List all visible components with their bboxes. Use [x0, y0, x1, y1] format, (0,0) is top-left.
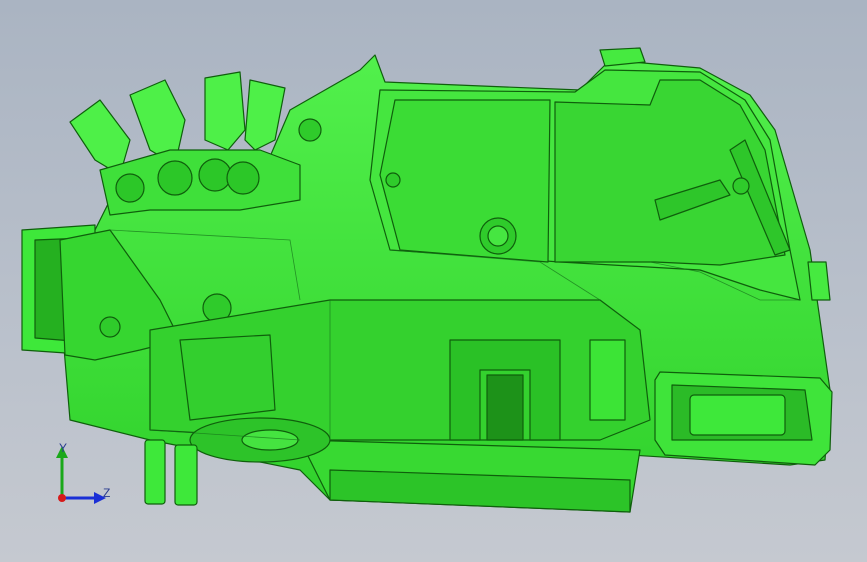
- lug-1[interactable]: [115, 173, 145, 203]
- 3d-viewport[interactable]: Y Z: [0, 0, 867, 562]
- axis-y-label: Y: [59, 441, 68, 455]
- lug-3[interactable]: [198, 158, 232, 192]
- lug-2[interactable]: [157, 160, 193, 196]
- actuator-block[interactable]: [179, 334, 276, 421]
- boss-right[interactable]: [732, 177, 750, 195]
- connector-pin-3[interactable]: [204, 71, 246, 151]
- gear-hub: [241, 429, 299, 451]
- boss-upper-left[interactable]: [298, 118, 322, 142]
- boss-center-inner: [487, 225, 509, 247]
- latch-window: [486, 374, 524, 441]
- right-clip[interactable]: [807, 261, 831, 301]
- lug-4[interactable]: [226, 161, 260, 195]
- motor-pin-2[interactable]: [174, 444, 198, 506]
- connector-latch[interactable]: [689, 394, 786, 436]
- inner-panel: [379, 99, 551, 263]
- 3d-model-door-lock-actuator[interactable]: [0, 0, 867, 562]
- axis-z-label: Z: [103, 486, 111, 500]
- boss-left[interactable]: [99, 316, 121, 338]
- motor-pin-1[interactable]: [144, 439, 166, 505]
- slot-cylinder[interactable]: [589, 339, 626, 421]
- orientation-triad: Y Z: [40, 430, 120, 510]
- boss-small: [385, 172, 401, 188]
